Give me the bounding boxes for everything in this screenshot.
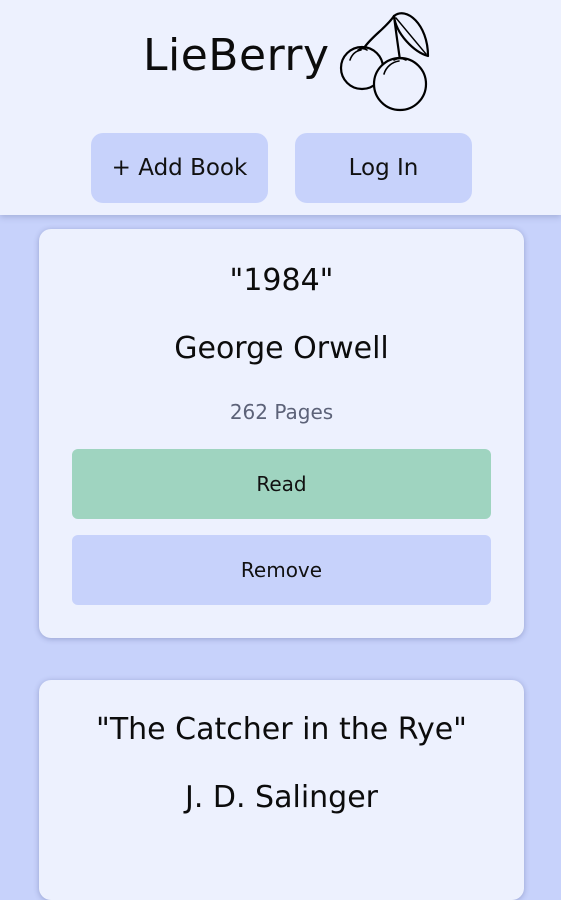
app-title: LieBerry bbox=[143, 30, 330, 81]
book-card: "The Catcher in the Rye" J. D. Salinger bbox=[39, 680, 524, 900]
book-card: "1984" George Orwell 262 Pages Read Remo… bbox=[39, 229, 524, 638]
book-author: J. D. Salinger bbox=[184, 780, 379, 815]
read-toggle-button[interactable]: Read bbox=[72, 449, 491, 519]
login-button[interactable]: Log In bbox=[295, 133, 472, 203]
book-title: "The Catcher in the Rye" bbox=[96, 712, 467, 747]
app-header: LieBerry + Add Book Log In bbox=[0, 0, 561, 215]
cherries-icon bbox=[339, 12, 430, 112]
brand: LieBerry bbox=[0, 0, 561, 120]
remove-button[interactable]: Remove bbox=[72, 535, 491, 605]
book-pages: 262 Pages bbox=[229, 400, 334, 424]
book-title: "1984" bbox=[229, 263, 334, 298]
book-author: George Orwell bbox=[174, 331, 389, 366]
add-book-button[interactable]: + Add Book bbox=[91, 133, 268, 203]
